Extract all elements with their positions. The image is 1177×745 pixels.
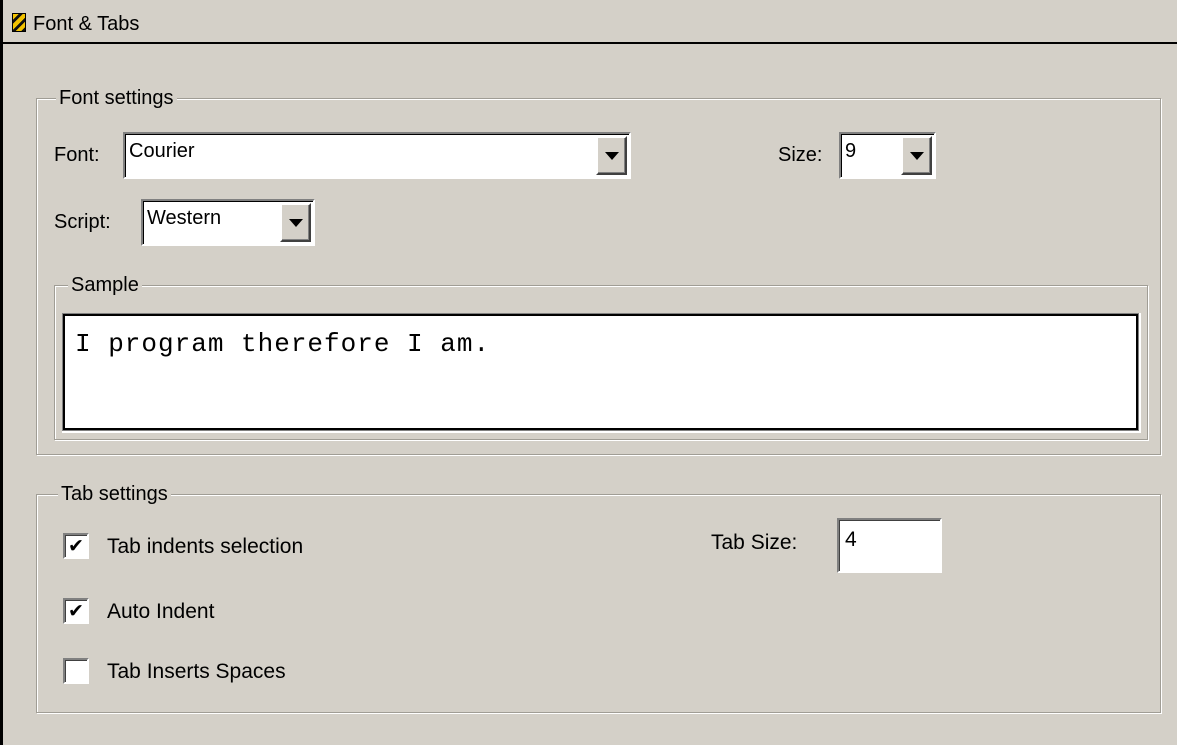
font-dropdown-button[interactable] [596, 136, 627, 175]
font-combobox-value: Courier [129, 140, 195, 162]
tab-inserts-spaces-checkbox[interactable] [63, 658, 89, 684]
font-settings-legend: Font settings [56, 86, 177, 110]
chevron-down-icon [909, 151, 924, 160]
size-combobox[interactable]: 9 [839, 132, 936, 179]
sample-legend: Sample [68, 273, 142, 297]
window-title: Font & Tabs [33, 13, 140, 35]
auto-indent-label[interactable]: Auto Indent [107, 600, 214, 624]
check-icon: ✔ [68, 535, 84, 557]
tab-inserts-spaces-label[interactable]: Tab Inserts Spaces [107, 660, 286, 684]
size-dropdown-button[interactable] [901, 136, 932, 175]
sample-text: I program therefore I am. [75, 329, 491, 359]
chevron-down-icon [604, 151, 619, 160]
tab-settings-legend: Tab settings [58, 482, 171, 506]
script-label: Script: [54, 211, 111, 233]
chevron-down-icon [288, 218, 303, 227]
size-label: Size: [778, 144, 823, 166]
check-icon: ✔ [68, 600, 84, 622]
auto-indent-checkbox[interactable]: ✔ [63, 598, 89, 624]
app-icon [12, 13, 26, 32]
sample-preview: I program therefore I am. [63, 314, 1138, 430]
script-dropdown-button[interactable] [280, 203, 311, 242]
tab-indents-label[interactable]: Tab indents selection [107, 535, 303, 559]
size-combobox-value: 9 [845, 140, 857, 162]
font-combobox[interactable]: Courier [123, 132, 631, 179]
tab-size-label: Tab Size: [711, 531, 798, 554]
font-tabs-window: Font & Tabs Font settings Font: Courier … [0, 0, 1177, 745]
font-label: Font: [54, 144, 100, 166]
tab-size-input[interactable]: 4 [837, 518, 942, 573]
title-bar: Font & Tabs [3, 0, 1177, 44]
script-combobox-value: Western [147, 207, 222, 229]
tab-size-value: 4 [845, 528, 857, 551]
script-combobox[interactable]: Western [141, 199, 315, 246]
tab-indents-checkbox[interactable]: ✔ [63, 533, 89, 559]
